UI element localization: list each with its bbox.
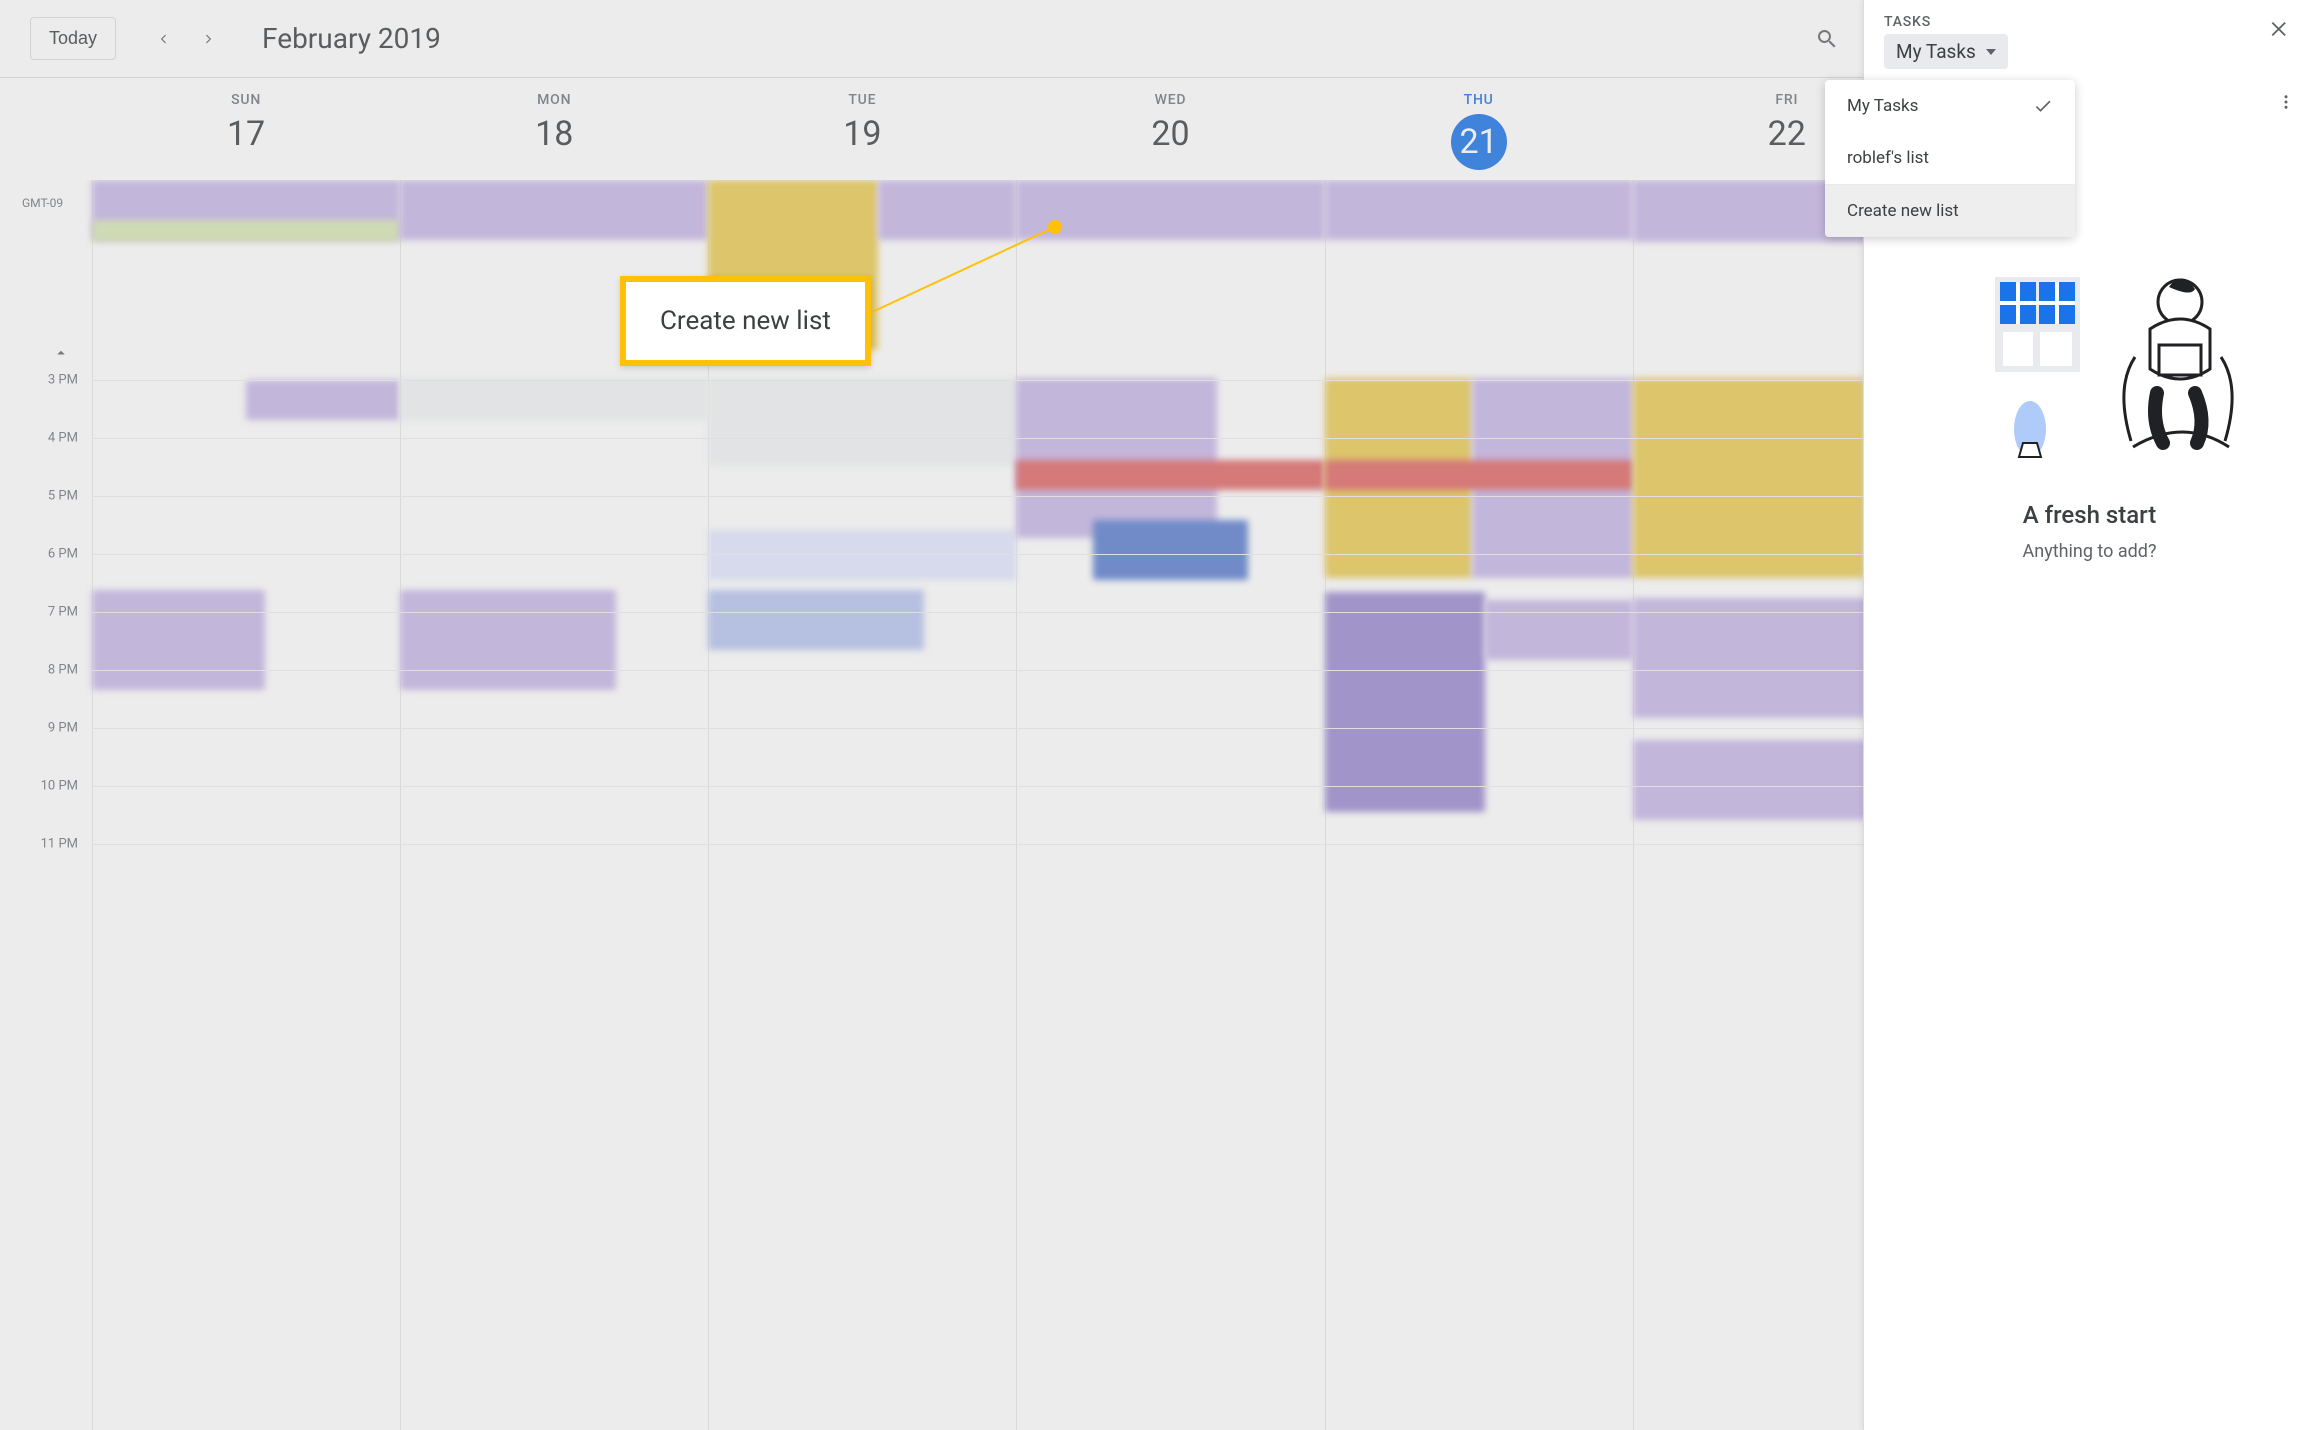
time-label: 6 PM	[48, 547, 78, 562]
day-header-cell[interactable]: TUE 19	[708, 92, 1016, 170]
check-icon	[2033, 96, 2053, 116]
task-list-option[interactable]: My Tasks	[1825, 80, 2075, 132]
tasks-more-button[interactable]	[2271, 87, 2301, 117]
task-list-dropdown: My Tasks roblef's list Create new list	[1825, 80, 2075, 237]
time-label: 3 PM	[48, 373, 78, 388]
day-abbr: WED	[1016, 92, 1324, 108]
next-week-button[interactable]	[186, 17, 230, 61]
time-label: 10 PM	[41, 779, 78, 794]
close-icon	[2269, 18, 2291, 40]
task-list-picker-label: My Tasks	[1896, 40, 1976, 63]
tasks-empty-title: A fresh start	[1864, 501, 2315, 529]
day-number: 20	[1016, 114, 1324, 154]
caret-down-icon	[1986, 49, 1996, 55]
month-title: February 2019	[262, 22, 441, 55]
day-header-cell[interactable]: WED 20	[1016, 92, 1324, 170]
chevron-left-icon	[157, 32, 171, 46]
day-number: 17	[92, 114, 400, 154]
tasks-empty-subtitle: Anything to add?	[1864, 541, 2315, 562]
time-label: 8 PM	[48, 663, 78, 678]
task-list-option-label: My Tasks	[1847, 96, 1918, 116]
time-label: 7 PM	[48, 605, 78, 620]
time-label: 5 PM	[48, 489, 78, 504]
tasks-panel-label: TASKS	[1884, 14, 2008, 30]
chevron-up-icon	[52, 344, 70, 362]
day-abbr: TUE	[708, 92, 1016, 108]
empty-tasks-illustration	[1945, 257, 2235, 467]
more-vert-icon	[2277, 93, 2295, 111]
day-number: 21	[1451, 114, 1507, 170]
day-number: 19	[708, 114, 1016, 154]
day-abbr: THU	[1325, 92, 1633, 108]
task-list-picker[interactable]: My Tasks	[1884, 34, 2008, 69]
search-icon	[1815, 27, 1839, 51]
create-new-list-option[interactable]: Create new list	[1825, 185, 2075, 237]
day-number: 18	[400, 114, 708, 154]
collapse-allday-button[interactable]	[46, 338, 76, 368]
time-label: 9 PM	[48, 721, 78, 736]
time-label: 4 PM	[48, 431, 78, 446]
annotation-dot	[1048, 220, 1062, 234]
day-abbr: MON	[400, 92, 708, 108]
day-header-cell[interactable]: THU 21	[1325, 92, 1633, 170]
nav-arrows	[142, 17, 230, 61]
task-list-option[interactable]: roblef's list	[1825, 132, 2075, 184]
today-button[interactable]: Today	[30, 17, 116, 60]
chevron-right-icon	[201, 32, 215, 46]
annotation-callout: Create new list	[620, 276, 871, 366]
create-new-list-label: Create new list	[1847, 201, 1959, 221]
day-header-cell[interactable]: MON 18	[400, 92, 708, 170]
timezone-label: GMT-09	[22, 196, 63, 210]
time-label: 11 PM	[41, 837, 78, 852]
task-list-option-label: roblef's list	[1847, 148, 1929, 168]
day-abbr: SUN	[92, 92, 400, 108]
close-panel-button[interactable]	[2265, 14, 2295, 44]
search-button[interactable]	[1803, 15, 1851, 63]
prev-week-button[interactable]	[142, 17, 186, 61]
tasks-panel-header: TASKS My Tasks	[1864, 0, 2315, 77]
day-header-cell[interactable]: SUN 17	[92, 92, 400, 170]
